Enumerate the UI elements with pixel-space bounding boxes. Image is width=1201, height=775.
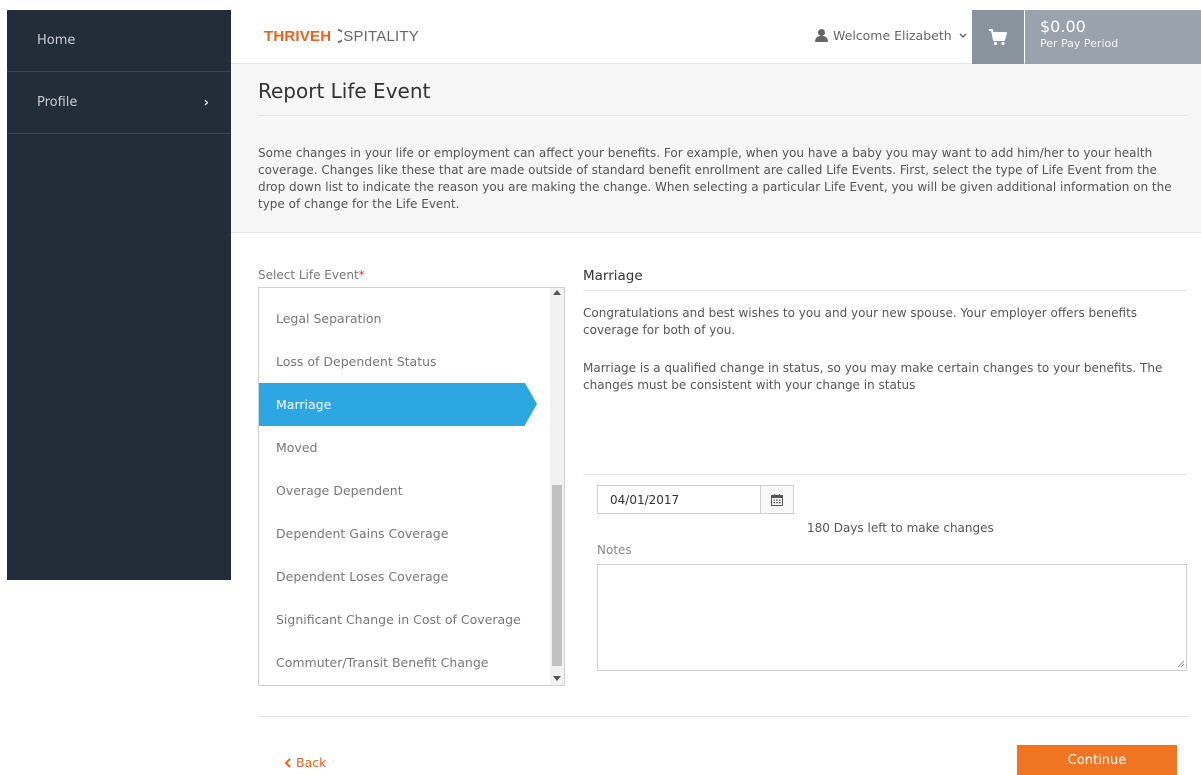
divider <box>583 474 1187 475</box>
resize-grip-icon[interactable] <box>1177 660 1185 668</box>
detail-paragraph: Marriage is a qualified change in status… <box>583 361 1163 392</box>
detail-paragraph: Congratulations and best wishes to you a… <box>583 306 1138 337</box>
detail-title: Marriage <box>583 268 643 284</box>
label-text: Select Life Event <box>258 268 359 282</box>
days-left-text: 180 Days left to make changes <box>807 521 994 535</box>
sidebar-item-label: Home <box>37 33 76 48</box>
scroll-down-arrow-icon[interactable] <box>553 676 561 681</box>
sidebar-item-home[interactable]: Home <box>7 10 231 72</box>
select-life-event-label: Select Life Event* <box>258 268 365 282</box>
logo-text-rest: SPITALITY <box>343 28 419 45</box>
back-label: Back <box>296 755 327 770</box>
cart-button[interactable] <box>972 10 1024 64</box>
list-item[interactable]: Moved <box>259 426 551 469</box>
welcome-text: Welcome Elizabeth <box>833 28 952 43</box>
event-date-field <box>597 485 794 514</box>
list-item[interactable]: Dependent Loses Coverage <box>259 555 551 598</box>
notes-label: Notes <box>597 543 632 557</box>
divider <box>583 290 1187 291</box>
cart-period: Per Pay Period <box>1040 37 1119 50</box>
page-title: Report Life Event <box>258 79 431 103</box>
sidebar-item-profile[interactable]: Profile › <box>7 72 231 134</box>
chevron-right-icon: › <box>203 95 209 110</box>
sidebar-item-label: Profile <box>37 95 78 110</box>
calendar-icon <box>771 493 783 506</box>
list-item[interactable]: Significant Change in Cost of Coverage <box>259 598 551 641</box>
event-date-input[interactable] <box>598 486 760 513</box>
continue-button[interactable]: Continue <box>1017 745 1177 775</box>
list-item[interactable]: Overage Dependent <box>259 469 551 512</box>
notes-textarea[interactable] <box>597 564 1187 671</box>
list-item[interactable]: Legal Separation <box>259 297 551 340</box>
cart-amount: $0.00 <box>1040 17 1086 36</box>
list-scrollbar[interactable] <box>550 288 564 685</box>
logo[interactable]: THRIVEH SPITALITY <box>264 28 419 45</box>
divider <box>258 716 1188 717</box>
chevron-left-icon <box>284 757 291 768</box>
user-menu[interactable]: Welcome Elizabeth <box>815 28 967 43</box>
calendar-button[interactable] <box>760 486 793 513</box>
page-description: Some changes in your life or employment … <box>258 146 1172 211</box>
shopping-cart-icon <box>989 29 1007 46</box>
chevron-down-icon <box>959 33 967 38</box>
list-item[interactable]: Loss of Dependent Status <box>259 340 551 383</box>
logo-text-brand: THRIVEH <box>264 28 332 45</box>
required-marker: * <box>358 268 365 282</box>
user-icon <box>815 29 828 42</box>
divider <box>258 115 1188 116</box>
life-event-items: Legal Separation Loss of Dependent Statu… <box>259 297 551 684</box>
list-item-selected[interactable]: Marriage <box>259 383 537 426</box>
scroll-thumb[interactable] <box>552 485 562 666</box>
life-event-list[interactable]: Legal Separation Loss of Dependent Statu… <box>258 287 565 686</box>
logo-o-mark-icon <box>338 29 346 43</box>
cart-total[interactable]: $0.00 Per Pay Period <box>1025 10 1201 64</box>
sidebar: Home Profile › <box>7 10 231 580</box>
scroll-up-arrow-icon[interactable] <box>553 290 561 295</box>
list-item[interactable]: Dependent Gains Coverage <box>259 512 551 555</box>
back-link[interactable]: Back <box>284 755 326 770</box>
top-header: THRIVEH SPITALITY Welcome Elizabeth $0.00… <box>231 10 1201 64</box>
list-item[interactable]: Commuter/Transit Benefit Change <box>259 641 551 684</box>
